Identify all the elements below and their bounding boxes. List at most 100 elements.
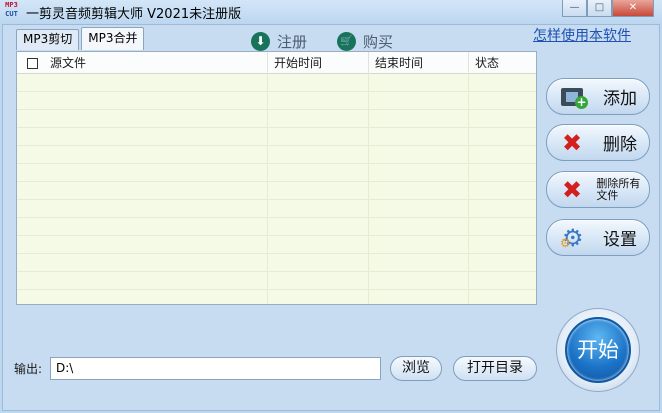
table-cell — [268, 290, 369, 304]
table-row[interactable] — [17, 200, 536, 218]
column-status[interactable]: 状态 — [469, 52, 536, 74]
table-cell — [17, 290, 268, 304]
gear-icon: ⚙ ⚙ — [560, 223, 584, 252]
table-cell — [268, 146, 369, 164]
table-cell — [268, 128, 369, 146]
table-cell — [469, 146, 536, 164]
table-cell — [17, 236, 268, 254]
table-cell — [469, 218, 536, 236]
table-cell — [268, 92, 369, 110]
table-row[interactable] — [17, 92, 536, 110]
output-label: 输出: — [14, 362, 43, 376]
register-label: 注册 — [277, 33, 308, 51]
shopping-cart-icon: 🛒 — [337, 32, 357, 51]
table-row[interactable] — [17, 218, 536, 236]
table-cell — [268, 272, 369, 290]
maximize-button[interactable]: □ — [587, 0, 612, 17]
table-cell — [469, 272, 536, 290]
table-cell — [17, 110, 268, 128]
table-cell — [469, 164, 536, 182]
tab-mp3-merge[interactable]: MP3合并 — [81, 27, 145, 50]
table-cell — [17, 200, 268, 218]
table-cell — [268, 254, 369, 272]
table-cell — [369, 218, 469, 236]
table-cell — [369, 182, 469, 200]
table-cell — [469, 110, 536, 128]
table-cell — [268, 218, 369, 236]
close-button[interactable]: ✕ — [612, 0, 654, 17]
start-button[interactable]: 开始 — [565, 317, 631, 383]
table-cell — [17, 128, 268, 146]
table-row[interactable] — [17, 254, 536, 272]
table-row[interactable] — [17, 164, 536, 182]
delete-button[interactable]: ✖ 删除 — [546, 124, 650, 161]
column-start-time[interactable]: 开始时间 — [268, 52, 369, 74]
table-cell — [268, 164, 369, 182]
table-cell — [369, 128, 469, 146]
table-cell — [369, 236, 469, 254]
table-cell — [369, 146, 469, 164]
open-directory-button[interactable]: 打开目录 — [453, 356, 537, 381]
table-body[interactable] — [17, 74, 536, 304]
table-cell — [369, 110, 469, 128]
table-cell — [469, 74, 536, 92]
top-links: ⬇ 注册 🛒 购买 — [251, 31, 393, 52]
table-cell — [268, 200, 369, 218]
tab-mp3-cut[interactable]: MP3剪切 — [16, 29, 80, 50]
table-row[interactable] — [17, 128, 536, 146]
table-cell — [369, 272, 469, 290]
table-cell — [17, 164, 268, 182]
output-path-input[interactable]: D:\ — [50, 357, 381, 380]
table-cell — [469, 128, 536, 146]
delete-all-button[interactable]: ✖ 删除所有文件 — [546, 171, 650, 208]
red-x-icon: ✖ — [562, 175, 583, 204]
table-cell — [17, 254, 268, 272]
table-cell — [469, 200, 536, 218]
table-cell — [469, 182, 536, 200]
table-cell — [268, 74, 369, 92]
minimize-button[interactable]: — — [562, 0, 587, 17]
table-cell — [268, 182, 369, 200]
table-cell — [17, 218, 268, 236]
app-logo-icon: MP3 CUT — [5, 1, 18, 18]
buy-link[interactable]: 🛒 购买 — [337, 31, 393, 52]
table-cell — [17, 92, 268, 110]
table-row[interactable] — [17, 146, 536, 164]
table-row[interactable] — [17, 290, 536, 304]
table-cell — [17, 74, 268, 92]
table-row[interactable] — [17, 74, 536, 92]
add-button[interactable]: + 添加 — [546, 78, 650, 115]
film-add-icon: + — [560, 83, 588, 111]
table-cell — [17, 182, 268, 200]
table-cell — [469, 236, 536, 254]
table-cell — [17, 146, 268, 164]
settings-button[interactable]: ⚙ ⚙ 设置 — [546, 219, 650, 256]
browse-button[interactable]: 浏览 — [390, 356, 442, 381]
title-bar: MP3 CUT 一剪灵音频剪辑大师 V2021未注册版 — □ ✕ — [0, 0, 662, 24]
table-row[interactable] — [17, 272, 536, 290]
buy-label: 购买 — [363, 33, 394, 51]
download-arrow-icon: ⬇ — [251, 32, 270, 51]
window-title: 一剪灵音频剪辑大师 V2021未注册版 — [26, 7, 242, 22]
table-cell — [469, 290, 536, 304]
table-cell — [369, 92, 469, 110]
table-header: 源文件 开始时间 结束时间 状态 — [17, 52, 536, 74]
register-link[interactable]: ⬇ 注册 — [251, 31, 307, 52]
table-cell — [268, 110, 369, 128]
column-end-time[interactable]: 结束时间 — [369, 52, 469, 74]
table-cell — [268, 236, 369, 254]
table-cell — [469, 254, 536, 272]
mode-tabs: MP3剪切 MP3合并 — [16, 27, 146, 50]
table-cell — [369, 200, 469, 218]
table-row[interactable] — [17, 110, 536, 128]
table-row[interactable] — [17, 236, 536, 254]
table-row[interactable] — [17, 182, 536, 200]
column-source-file[interactable]: 源文件 — [17, 52, 268, 74]
table-cell — [369, 74, 469, 92]
table-cell — [17, 272, 268, 290]
howto-link[interactable]: 怎样使用本软件 — [533, 25, 631, 45]
table-cell — [369, 290, 469, 304]
table-cell — [469, 92, 536, 110]
table-cell — [369, 254, 469, 272]
select-all-checkbox[interactable] — [27, 57, 38, 69]
